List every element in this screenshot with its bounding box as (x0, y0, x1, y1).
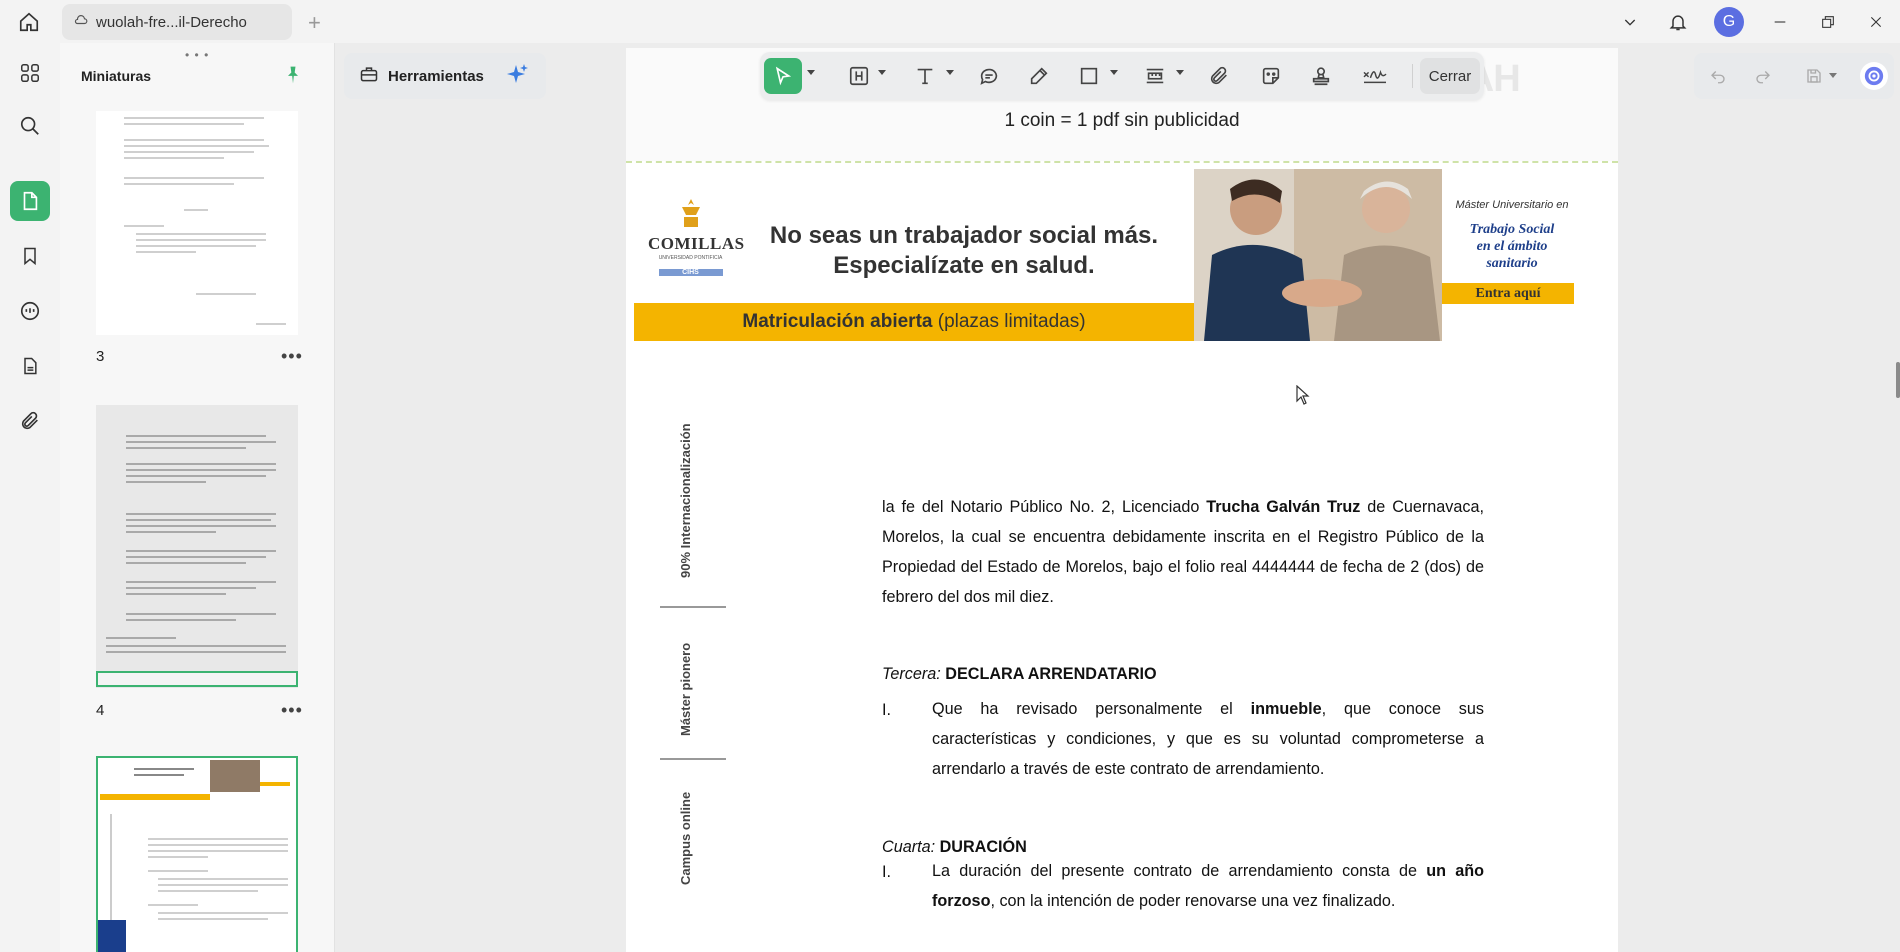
enrollment-rest: (plazas limitadas) (932, 311, 1086, 332)
thumbnail-number: 3 (96, 348, 105, 365)
stamp-tool-icon[interactable] (1306, 58, 1336, 94)
undo-icon[interactable] (1706, 64, 1730, 88)
comillas-logo: COMILLAS UNIVERSIDAD PONTIFICIA CIHS (648, 197, 745, 279)
banner-slogan: No seas un trabajador social más. Especi… (754, 221, 1174, 281)
redo-icon[interactable] (1751, 64, 1775, 88)
close-toolbar-button[interactable]: Cerrar (1420, 58, 1480, 94)
save-icon[interactable] (1802, 64, 1826, 88)
search-icon[interactable] (10, 106, 50, 146)
tab-title: wuolah-fre...il-Derecho (96, 13, 247, 31)
enrollment-bold: Matriculación abierta (742, 311, 933, 332)
bookmark-icon[interactable] (10, 236, 50, 276)
tools-button[interactable]: Herramientas (344, 53, 546, 99)
attach-tool-icon[interactable] (1204, 58, 1234, 94)
tools-label: Herramientas (388, 67, 484, 85)
annotation-toolbar: Cerrar (760, 52, 1484, 100)
restore-icon[interactable] (1804, 0, 1852, 43)
comment-tool-icon[interactable] (974, 58, 1004, 94)
mouse-cursor-icon (1296, 384, 1310, 410)
text-tool-icon[interactable] (910, 58, 940, 94)
slogan-line-2: Especialízate en salud. (833, 252, 1095, 279)
pin-icon[interactable] (283, 65, 303, 90)
title-bar: wuolah-fre...il-Derecho + G (0, 0, 1900, 43)
thumbnail-page-5[interactable] (96, 756, 298, 952)
toolbox-icon (358, 64, 380, 88)
ai-assistant-icon[interactable] (1860, 62, 1888, 90)
attachment-icon[interactable] (10, 401, 50, 441)
measure-tool-icon[interactable] (1140, 58, 1170, 94)
pdf-page: OLAH 1 coin = 1 pdf sin publicidad COMIL… (626, 48, 1618, 952)
list-item-tercera: Que ha revisado personalmente el inmuebl… (932, 700, 1484, 778)
thumbnail-more-button[interactable]: ••• (281, 346, 303, 367)
close-icon[interactable] (1852, 0, 1900, 43)
bell-icon[interactable] (1654, 0, 1702, 43)
chevron-down-icon[interactable] (1110, 70, 1118, 75)
notary-name: Trucha Galván Truz (1206, 498, 1361, 516)
sticker-tool-icon[interactable] (1256, 58, 1286, 94)
chevron-down-icon[interactable] (878, 70, 886, 75)
comment-icon[interactable] (10, 291, 50, 331)
slogan-line-1: No seas un trabajador social más. (769, 222, 1159, 249)
doc-icon[interactable] (10, 346, 50, 386)
highlight-tool-icon[interactable] (844, 58, 874, 94)
signature-tool-icon[interactable] (1358, 58, 1392, 94)
chevron-down-icon[interactable] (1829, 73, 1837, 78)
chevron-down-icon[interactable] (946, 70, 954, 75)
thumbnail-more-button[interactable]: ••• (281, 700, 303, 721)
master-title: Máster Universitario en Trabajo Social e… (1450, 199, 1574, 272)
page-icon[interactable] (10, 181, 50, 221)
ad-banner[interactable]: COMILLAS UNIVERSIDAD PONTIFICIA CIHS No … (634, 169, 1574, 341)
pen-tool-icon[interactable] (1024, 58, 1054, 94)
minimize-icon[interactable] (1756, 0, 1804, 43)
cta-button[interactable]: Entra aquí (1442, 283, 1574, 304)
logo-subtitle: UNIVERSIDAD PONTIFICIA (658, 255, 723, 261)
page-divider (626, 161, 1618, 163)
home-icon[interactable] (14, 9, 44, 35)
scrollbar-thumb[interactable] (1896, 362, 1900, 398)
list-number: I. (882, 863, 891, 881)
enrollment-bar: Matriculación abierta (plazas limitadas) (634, 303, 1194, 341)
list-number: I. (882, 701, 891, 719)
thumbnail-page-3[interactable] (96, 111, 298, 335)
chevron-down-icon[interactable] (1606, 0, 1654, 43)
left-rail (0, 43, 60, 952)
panel-title: Miniaturas (81, 68, 152, 84)
select-tool-icon[interactable] (764, 58, 802, 94)
ai-sparkle-icon[interactable] (506, 62, 530, 90)
thumbnail-panel: • • • Miniaturas 3 ••• 4 ••• (60, 43, 335, 952)
thumbnail-page-4[interactable] (96, 405, 298, 688)
apps-icon[interactable] (10, 53, 50, 93)
avatar[interactable]: G (1714, 6, 1744, 37)
history-toolbar (1694, 53, 1894, 99)
shape-tool-icon[interactable] (1074, 58, 1104, 94)
master-label: Máster Universitario en (1455, 199, 1569, 211)
master-name-line-1: Trabajo Social (1469, 222, 1555, 237)
paragraph-notary: la fe del Notario Público No. 2, Licenci… (882, 498, 1484, 606)
logo-name: COMILLAS (648, 234, 745, 253)
side-label-campus: Campus online (678, 791, 693, 885)
master-name: Trabajo Social en el ámbito sanitario (1450, 221, 1574, 272)
ad-note: 1 coin = 1 pdf sin publicidad (1004, 110, 1240, 131)
side-label-master: Máster pionero (678, 642, 693, 736)
side-label-internationalization: 90% Internacionalización (678, 423, 693, 578)
chevron-down-icon[interactable] (1176, 70, 1184, 75)
new-tab-button[interactable]: + (308, 10, 321, 36)
list-item-cuarta: La duración del presente contrato de arr… (932, 862, 1484, 910)
chevron-down-icon[interactable] (807, 70, 815, 75)
thumbnail-number: 4 (96, 702, 105, 719)
section-heading-tercera: Tercera: DECLARA ARRENDATARIO (882, 665, 1157, 683)
logo-badge: CIHS (658, 269, 723, 276)
panel-grip[interactable]: • • • (185, 48, 209, 62)
cloud-icon (74, 13, 88, 31)
crest-icon (681, 199, 700, 227)
document-tab[interactable]: wuolah-fre...il-Derecho (62, 4, 292, 40)
bold-term: inmueble (1250, 700, 1322, 718)
banner-photo (1194, 169, 1442, 341)
master-name-line-2: en el ámbito sanitario (1476, 239, 1548, 271)
